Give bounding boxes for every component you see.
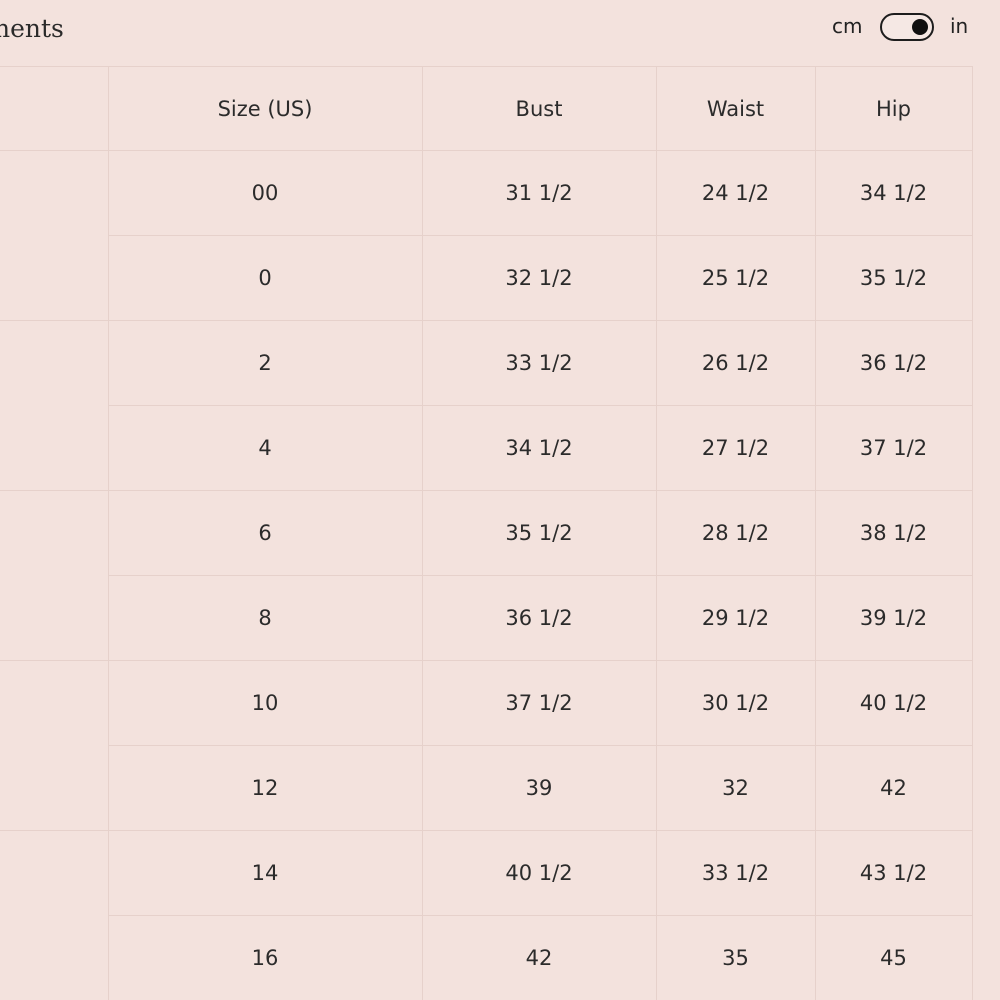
- waist-cell: 24 1/2: [655, 150, 816, 236]
- bust-cell: 42: [421, 915, 657, 1000]
- waist-cell: 27 1/2: [655, 405, 816, 491]
- size-cell: 4: [107, 405, 423, 491]
- group-cell: [0, 490, 109, 661]
- bust-cell: 37 1/2: [421, 660, 657, 746]
- hip-cell: 37 1/2: [814, 405, 973, 491]
- group-cell: [0, 660, 109, 831]
- unit-label-cm: cm: [832, 14, 863, 38]
- table-row: 6 35 1/2 28 1/2 38 1/2: [0, 490, 973, 661]
- waist-cell: 30 1/2: [655, 660, 816, 746]
- table-row: 16 42 35 45: [0, 915, 973, 1000]
- group-cell: [0, 320, 109, 491]
- page-title: nents: [0, 14, 64, 43]
- switch-knob: [912, 19, 928, 35]
- group-cell: [0, 830, 109, 1000]
- unit-toggle[interactable]: cm in: [830, 12, 980, 44]
- table-row: 12 39 32 42: [0, 745, 973, 831]
- waist-cell: 29 1/2: [655, 575, 816, 661]
- hip-cell: 39 1/2: [814, 575, 973, 661]
- table-header-row: Size (US) Bust Waist Hip: [0, 66, 973, 151]
- bust-cell: 31 1/2: [421, 150, 657, 236]
- hip-cell: 43 1/2: [814, 830, 973, 916]
- size-cell: 2: [107, 320, 423, 406]
- size-cell: 12: [107, 745, 423, 831]
- hip-cell: 35 1/2: [814, 235, 973, 321]
- hip-cell: 42: [814, 745, 973, 831]
- size-cell: 8: [107, 575, 423, 661]
- table-row: 2 33 1/2 26 1/2 36 1/2: [0, 320, 973, 491]
- hip-cell: 36 1/2: [814, 320, 973, 406]
- size-cell: 6: [107, 490, 423, 576]
- bust-cell: 35 1/2: [421, 490, 657, 576]
- table-row: 00 31 1/2 24 1/2 34 1/2: [0, 150, 973, 321]
- size-cell: 0: [107, 235, 423, 321]
- size-chart: Size (US) Bust Waist Hip 00 31 1/2 24 1/…: [0, 66, 973, 1000]
- waist-cell: 25 1/2: [655, 235, 816, 321]
- header-waist: Waist: [655, 66, 816, 151]
- header-size-us: Size (US): [107, 66, 423, 151]
- group-cell: [0, 150, 109, 321]
- measurement-table: Size (US) Bust Waist Hip 00 31 1/2 24 1/…: [0, 66, 973, 1000]
- waist-cell: 26 1/2: [655, 320, 816, 406]
- size-cell: 14: [107, 830, 423, 916]
- header-hip: Hip: [814, 66, 973, 151]
- waist-cell: 35: [655, 915, 816, 1000]
- waist-cell: 28 1/2: [655, 490, 816, 576]
- header-bust: Bust: [421, 66, 657, 151]
- size-cell: 10: [107, 660, 423, 746]
- bust-cell: 34 1/2: [421, 405, 657, 491]
- waist-cell: 32: [655, 745, 816, 831]
- table-row: 0 32 1/2 25 1/2 35 1/2: [0, 235, 973, 321]
- hip-cell: 38 1/2: [814, 490, 973, 576]
- header-group: [0, 66, 109, 151]
- unit-switch[interactable]: [880, 13, 934, 41]
- hip-cell: 40 1/2: [814, 660, 973, 746]
- unit-label-in: in: [950, 14, 969, 38]
- table-row: 10 37 1/2 30 1/2 40 1/2: [0, 660, 973, 831]
- size-cell: 00: [107, 150, 423, 236]
- bust-cell: 39: [421, 745, 657, 831]
- waist-cell: 33 1/2: [655, 830, 816, 916]
- size-cell: 16: [107, 915, 423, 1000]
- bust-cell: 33 1/2: [421, 320, 657, 406]
- bust-cell: 36 1/2: [421, 575, 657, 661]
- bust-cell: 32 1/2: [421, 235, 657, 321]
- hip-cell: 45: [814, 915, 973, 1000]
- hip-cell: 34 1/2: [814, 150, 973, 236]
- table-row: 4 34 1/2 27 1/2 37 1/2: [0, 405, 973, 491]
- bust-cell: 40 1/2: [421, 830, 657, 916]
- table-row: 8 36 1/2 29 1/2 39 1/2: [0, 575, 973, 661]
- table-row: 14 40 1/2 33 1/2 43 1/2: [0, 830, 973, 1000]
